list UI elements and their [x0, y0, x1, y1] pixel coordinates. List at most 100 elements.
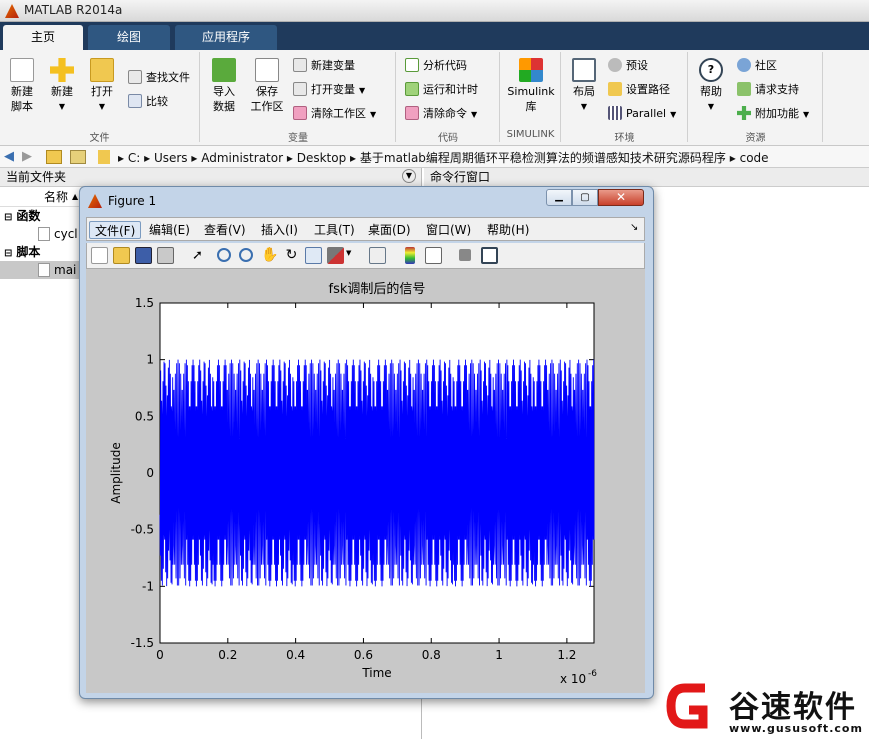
x-tick-label: 1 [495, 648, 503, 662]
show-plot-tools-icon[interactable] [481, 247, 498, 264]
file-group: 新建 脚本 新建 ▼ 打开 ▼ 查找文件 比较 文件 [0, 52, 200, 144]
zoom-in-icon[interactable] [217, 248, 231, 262]
brush-icon[interactable] [327, 247, 344, 264]
legend-icon[interactable] [425, 247, 442, 264]
parallel-button[interactable]: Parallel ▼ [608, 104, 676, 124]
request-support-button[interactable]: 请求支持 [737, 80, 799, 100]
column-name[interactable]: 名称 [44, 190, 68, 204]
menu-view[interactable]: 查看(V) [199, 221, 251, 239]
analyze-code-button[interactable]: 分析代码 [405, 56, 467, 76]
compare-icon [128, 94, 142, 108]
up-folder-icon[interactable] [46, 150, 62, 164]
preferences-button[interactable]: 预设 [608, 56, 648, 76]
menu-tools[interactable]: 工具(T) [309, 221, 360, 239]
set-path-button[interactable]: 设置路径 [608, 80, 670, 100]
current-folder-title: 当前文件夹 [6, 170, 67, 184]
menu-edit[interactable]: 编辑(E) [144, 221, 195, 239]
colorbar-icon[interactable] [405, 247, 415, 264]
new-script-button[interactable]: 新建 脚本 [4, 58, 40, 114]
breadcrumb-item[interactable]: 基于matlab编程周期循环平稳检测算法的频谱感知技术研究源码程序 [360, 151, 726, 165]
community-button[interactable]: 社区 [737, 56, 777, 76]
y-tick-label: 1 [146, 353, 154, 367]
tab-plots[interactable]: 绘图 [88, 25, 170, 50]
menu-insert[interactable]: 插入(I) [256, 221, 303, 239]
open-variable-button[interactable]: 打开变量 ▼ [293, 80, 365, 100]
menu-window[interactable]: 窗口(W) [421, 221, 476, 239]
compare-button[interactable]: 比较 [128, 92, 168, 112]
x-tick-label: 0.2 [218, 648, 237, 662]
environment-group-label: 环境 [614, 133, 635, 144]
back-arrow-icon[interactable]: ◀ [4, 149, 14, 164]
breadcrumb-item[interactable]: code [740, 151, 769, 165]
plus-icon [737, 106, 751, 120]
find-files-button[interactable]: 查找文件 [128, 68, 190, 88]
menu-help[interactable]: 帮助(H) [482, 221, 534, 239]
save-workspace-icon [255, 58, 279, 82]
run-time-icon [405, 82, 419, 96]
collapse-icon[interactable]: ⊟ [4, 248, 12, 259]
zoom-out-icon[interactable] [239, 248, 253, 262]
maximize-button[interactable]: ▢ [572, 189, 598, 206]
forward-arrow-icon[interactable]: ▶ [22, 149, 32, 164]
import-data-button[interactable]: 导入 数据 [205, 58, 243, 114]
folder-icon [98, 150, 110, 164]
breadcrumb-separator: ▸ [729, 151, 740, 165]
y-tick-label: -0.5 [131, 523, 154, 537]
x-tick-label: 0.6 [354, 648, 373, 662]
matlab-logo-icon [5, 4, 19, 18]
pointer-icon[interactable]: ➚ [189, 247, 206, 264]
tab-home[interactable]: 主页 [3, 25, 83, 50]
x-tick-label: 1.2 [557, 648, 576, 662]
save-icon[interactable] [135, 247, 152, 264]
new-figure-icon[interactable] [91, 247, 108, 264]
open-button[interactable]: 打开 ▼ [84, 58, 120, 114]
clear-workspace-button[interactable]: 清除工作区 ▼ [293, 104, 376, 124]
variable-group-label: 变量 [288, 133, 308, 144]
breadcrumb-item[interactable]: Administrator [201, 151, 283, 165]
menu-desktop[interactable]: 桌面(D) [363, 221, 416, 239]
simulink-library-button[interactable]: Simulink 库 [503, 58, 559, 114]
chevron-down-icon: ▼ [58, 102, 66, 111]
new-variable-button[interactable]: 新建变量 [293, 56, 355, 76]
chevron-down-icon: ▼ [580, 102, 588, 111]
clear-commands-button[interactable]: 清除命令 ▼ [405, 104, 477, 124]
breadcrumb-item[interactable]: Users [154, 151, 188, 165]
help-button[interactable]: ? 帮助 ▼ [693, 58, 729, 114]
x-tick-label: 0.4 [286, 648, 305, 662]
run-and-time-button[interactable]: 运行和计时 [405, 80, 478, 100]
link-plot-icon[interactable] [369, 247, 386, 264]
minimize-button[interactable]: ▁ [546, 189, 572, 206]
fsk-signal-chart[interactable]: fsk调制后的信号1.510.50-0.5-1-1.50 0.2 0.4 0.6 0.8… [86, 269, 645, 693]
panel-menu-icon[interactable]: ▼ [402, 169, 416, 183]
breadcrumb-item[interactable]: C: [128, 151, 140, 165]
hide-plot-tools-icon[interactable] [459, 249, 471, 261]
plus-icon [50, 58, 74, 82]
data-cursor-icon[interactable] [305, 247, 322, 264]
simulink-group: Simulink 库 SIMULINK [501, 52, 561, 142]
save-workspace-button[interactable]: 保存 工作区 [247, 58, 287, 114]
close-button[interactable]: ✕ [598, 189, 644, 206]
resources-group-label: 资源 [745, 133, 766, 144]
collapse-icon[interactable]: ⊟ [4, 212, 12, 223]
current-folder-header: 当前文件夹 ▼ [0, 168, 421, 187]
print-icon[interactable] [157, 247, 174, 264]
menu-file[interactable]: 文件(F) [89, 221, 142, 239]
open-file-icon[interactable] [113, 247, 130, 264]
x-tick-label: 0 [156, 648, 164, 662]
y-axis-label: Amplitude [109, 442, 123, 504]
breadcrumb-item[interactable]: Desktop [297, 151, 347, 165]
new-button[interactable]: 新建 ▼ [44, 58, 80, 114]
pan-hand-icon[interactable]: ✋ [261, 247, 278, 264]
plot-area: fsk调制后的信号 1.5 1 0.5 0 -0.5 -1 -1.5 0 0.2 0.4 0.6 0.8… [86, 269, 645, 693]
support-icon [737, 82, 751, 96]
add-ons-button[interactable]: 附加功能 ▼ [737, 104, 809, 124]
chevron-down-icon[interactable]: ▼ [346, 249, 351, 257]
browse-folder-icon[interactable] [70, 150, 86, 164]
watermark-logo: 谷速软件 www.gususoft.com [665, 680, 869, 739]
dock-arrow-icon[interactable]: ↘ [630, 222, 638, 233]
tab-apps[interactable]: 应用程序 [175, 25, 277, 50]
rotate-icon[interactable]: ↻ [283, 247, 300, 264]
x-tick-label: 0.8 [422, 648, 441, 662]
function-file-icon [38, 227, 50, 241]
layout-button[interactable]: 布局 ▼ [566, 58, 602, 114]
